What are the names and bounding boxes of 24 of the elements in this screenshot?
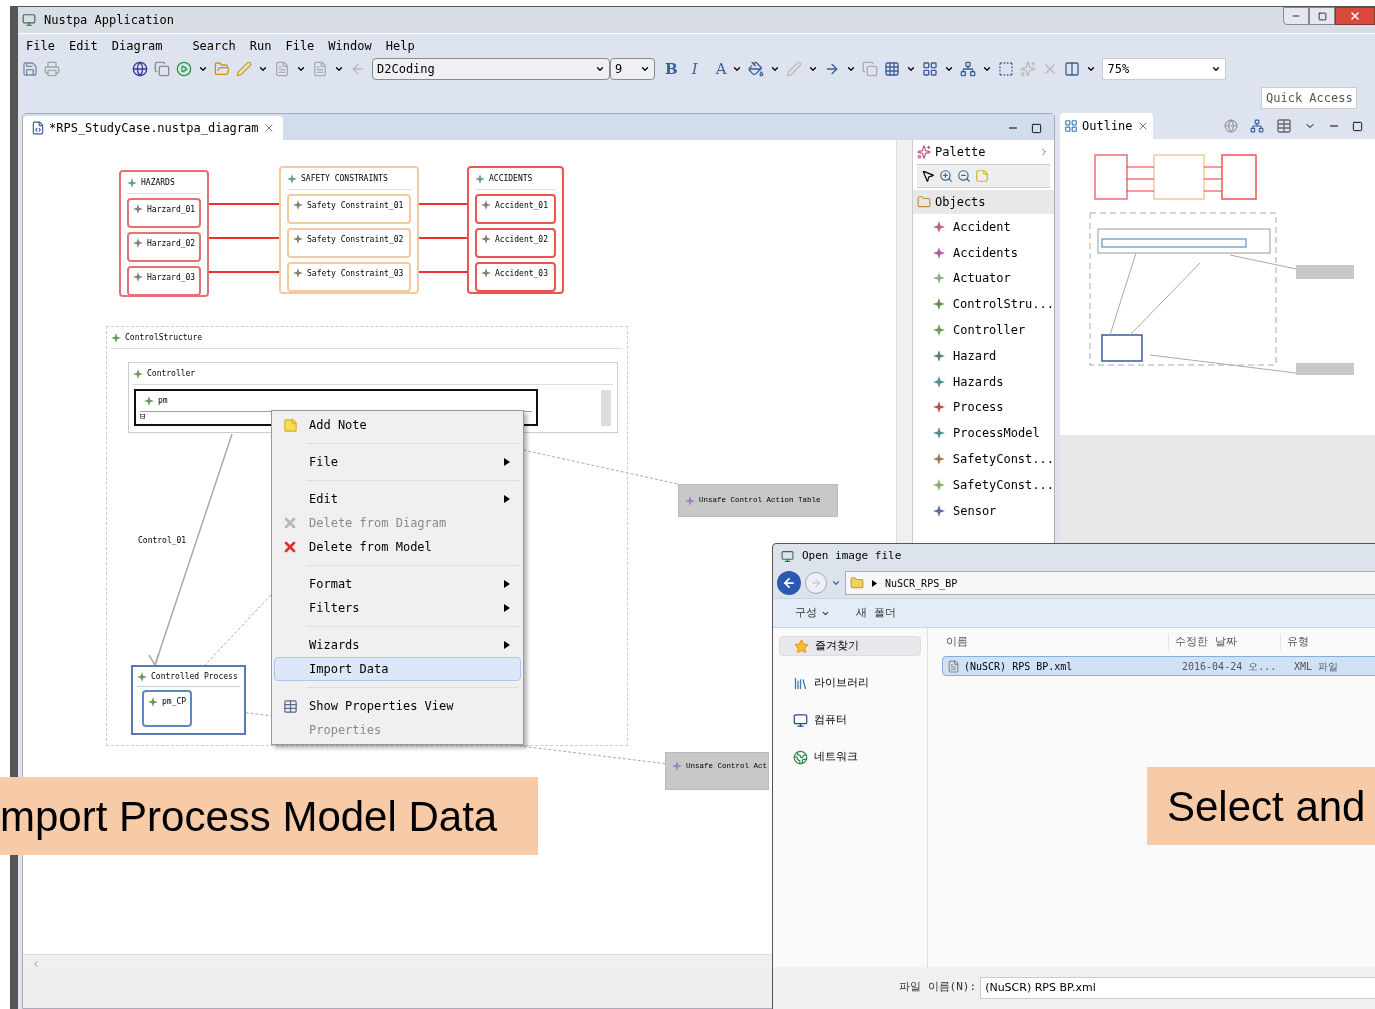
frame-title: ControlStructure	[125, 331, 203, 344]
connection-label: Control_01	[138, 535, 187, 547]
node-label: Harzard_03	[147, 272, 196, 284]
node-label: Safety Constraint_02	[307, 234, 404, 246]
caption-banner: Select and	[1147, 767, 1375, 845]
group-title: HAZARDS	[141, 176, 175, 189]
window-title: Nustpa Application	[44, 12, 175, 29]
dialog-title: Open image file	[802, 547, 902, 564]
node-label: Harzard_02	[147, 238, 196, 250]
group-title: SAFETY CONSTRAINTS	[301, 172, 388, 185]
node-label: Accident_01	[495, 200, 548, 212]
controller-label: Controller	[147, 367, 196, 380]
node-label: Harzard_01	[147, 204, 196, 216]
caption-banner: mport Process Model Data	[0, 777, 538, 855]
group-title: ACCIDENTS	[489, 172, 533, 185]
pm-label: pm	[158, 395, 168, 407]
node-label: Accident_02	[495, 234, 548, 246]
node-label: Accident_03	[495, 268, 548, 280]
process-label: Controlled Process	[151, 670, 238, 683]
node-label: Safety Constraint_01	[307, 200, 404, 212]
node-label: Safety Constraint_03	[307, 268, 404, 280]
palette-title: Palette	[935, 144, 986, 161]
pm-cp-label: pm_CP	[162, 696, 187, 708]
filename-label: 파일 이름(N):	[899, 979, 977, 996]
